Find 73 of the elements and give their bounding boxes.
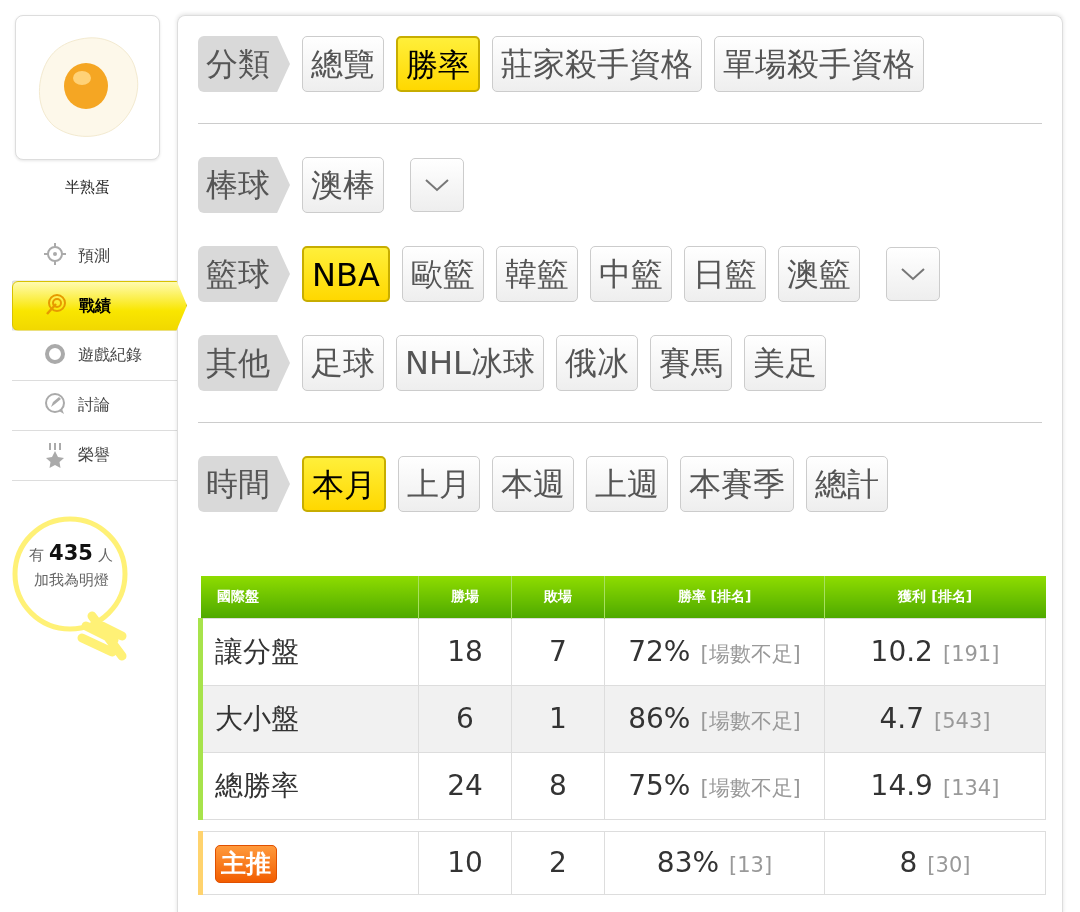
filter-option[interactable]: NHL冰球	[396, 335, 544, 391]
rank-text: [場數不足]	[700, 708, 801, 733]
medal-icon	[44, 442, 66, 468]
filter-option[interactable]: 日籃	[683, 246, 766, 302]
filter-option[interactable]: 莊家殺手資格	[492, 36, 702, 92]
filter-option[interactable]: NBA	[302, 246, 390, 302]
cell-value: 83%	[656, 845, 720, 879]
table-cell: 1	[511, 685, 605, 752]
filter-option[interactable]: 韓籃	[495, 246, 578, 302]
cell-value: 75%	[628, 768, 691, 802]
nav-item[interactable]: 討論	[12, 380, 177, 431]
rank-text: [13]	[729, 852, 773, 877]
rank-text: [30]	[927, 852, 971, 877]
cell-value: 86%	[628, 701, 691, 735]
filter-option[interactable]: 單場殺手資格	[714, 36, 924, 92]
filter-option[interactable]: 本賽季	[680, 456, 794, 512]
table-cell: 2	[511, 831, 605, 894]
rank-text: [場數不足]	[700, 641, 801, 666]
rank-text: [543]	[934, 708, 991, 733]
table-cell: 18	[418, 618, 512, 685]
rank-text: [191]	[942, 641, 1000, 666]
filter-group-label: 籃球	[198, 246, 290, 302]
filter-group-label: 分類	[198, 36, 290, 92]
column-header: 國際盤	[200, 576, 419, 618]
filter-option[interactable]: 足球	[302, 335, 384, 391]
cell-value: 10.2	[870, 634, 933, 668]
filter-group-label: 時間	[198, 456, 290, 512]
chevron-down-icon	[424, 178, 450, 192]
filter-option[interactable]: 澳棒	[302, 157, 384, 213]
fans-caption: 加我為明燈	[32, 570, 110, 591]
filter-group-label: 棒球	[198, 157, 290, 213]
nav-item[interactable]: 遊戲紀錄	[12, 330, 177, 381]
nav-item[interactable]: 榮譽	[12, 430, 177, 481]
filter-option[interactable]: 俄冰	[555, 335, 638, 391]
featured-badge: 主推	[215, 844, 277, 883]
filter-option[interactable]: 本週	[492, 456, 574, 512]
column-header: 勝率 [排名]	[604, 576, 825, 618]
table-cell: 6	[418, 685, 512, 752]
profile-name: 半熟蛋	[63, 177, 111, 198]
table-cell: 10	[418, 831, 512, 894]
filter-option[interactable]: 本月	[302, 456, 386, 512]
rank-text: [場數不足]	[700, 775, 801, 800]
dropdown-button[interactable]	[885, 247, 940, 301]
filter-option[interactable]: 中籃	[589, 246, 672, 302]
table-cell: 7	[511, 618, 605, 685]
filter-option[interactable]: 澳籃	[777, 246, 860, 302]
column-header: 敗場	[511, 576, 605, 618]
filter-option[interactable]: 賽馬	[649, 335, 732, 391]
filter-option[interactable]: 上月	[398, 456, 480, 512]
filter-option[interactable]: 總計	[806, 456, 888, 512]
nav-item[interactable]: 預測	[12, 230, 177, 281]
column-header: 勝場	[418, 576, 512, 618]
chevron-down-icon	[899, 267, 926, 281]
filter-option[interactable]: 歐籃	[401, 246, 484, 302]
filter-option[interactable]: 美足	[743, 335, 826, 391]
filter-option[interactable]: 總覽	[302, 36, 384, 92]
filter-option[interactable]: 勝率	[396, 36, 480, 92]
table-cell: 24	[418, 752, 512, 819]
cell-value: 14.9	[870, 768, 933, 802]
cell-value: 4.7	[879, 701, 925, 735]
filter-option[interactable]: 上週	[586, 456, 668, 512]
table-cell: 總勝率	[200, 752, 419, 819]
cell-value: 72%	[628, 634, 691, 668]
column-header: 獲利 [排名]	[824, 576, 1046, 618]
fans-count-text: 有 435 人	[28, 539, 114, 567]
table-cell: 8	[511, 752, 605, 819]
dropdown-button[interactable]	[410, 158, 464, 212]
crosshair-icon	[44, 243, 66, 268]
nav-item[interactable]: 戰績	[12, 280, 187, 331]
rank-text: [134]	[942, 775, 1000, 800]
cell-value: 8	[899, 845, 918, 879]
filter-group-label: 其他	[198, 335, 290, 391]
table-cell: 大小盤	[200, 685, 419, 752]
